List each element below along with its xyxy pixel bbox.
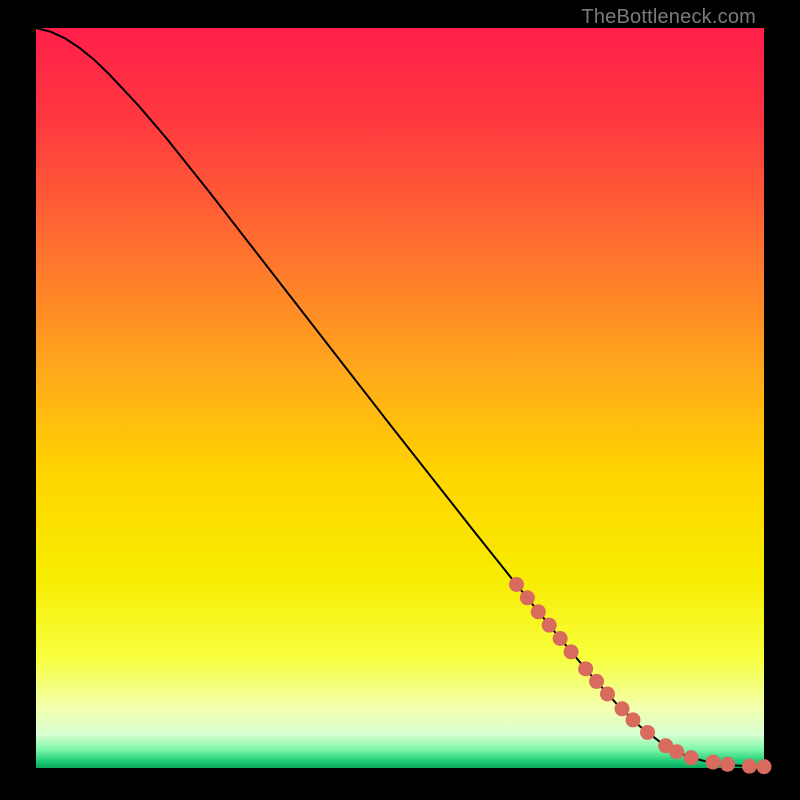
highlight-dot — [564, 644, 579, 659]
highlight-dot — [684, 750, 699, 765]
highlight-dot — [509, 577, 524, 592]
highlight-dot — [742, 759, 757, 774]
highlight-dot — [640, 725, 655, 740]
highlight-dot — [578, 661, 593, 676]
highlight-dot — [720, 757, 735, 772]
highlight-dot — [600, 687, 615, 702]
chart-stage: TheBottleneck.com — [0, 0, 800, 800]
highlight-dot — [553, 631, 568, 646]
highlight-dot — [625, 712, 640, 727]
chart-svg — [36, 28, 764, 768]
highlight-dot — [757, 759, 772, 774]
highlight-dot — [706, 755, 721, 770]
highlight-dot — [589, 674, 604, 689]
watermark-text: TheBottleneck.com — [581, 6, 756, 29]
highlight-dot — [520, 590, 535, 605]
plot-area — [36, 28, 764, 768]
highlight-dot — [542, 618, 557, 633]
highlight-dot — [615, 701, 630, 716]
highlight-dot — [669, 744, 684, 759]
highlight-dot — [531, 604, 546, 619]
highlight-dots-group — [509, 577, 772, 774]
bottleneck-curve — [36, 28, 764, 767]
